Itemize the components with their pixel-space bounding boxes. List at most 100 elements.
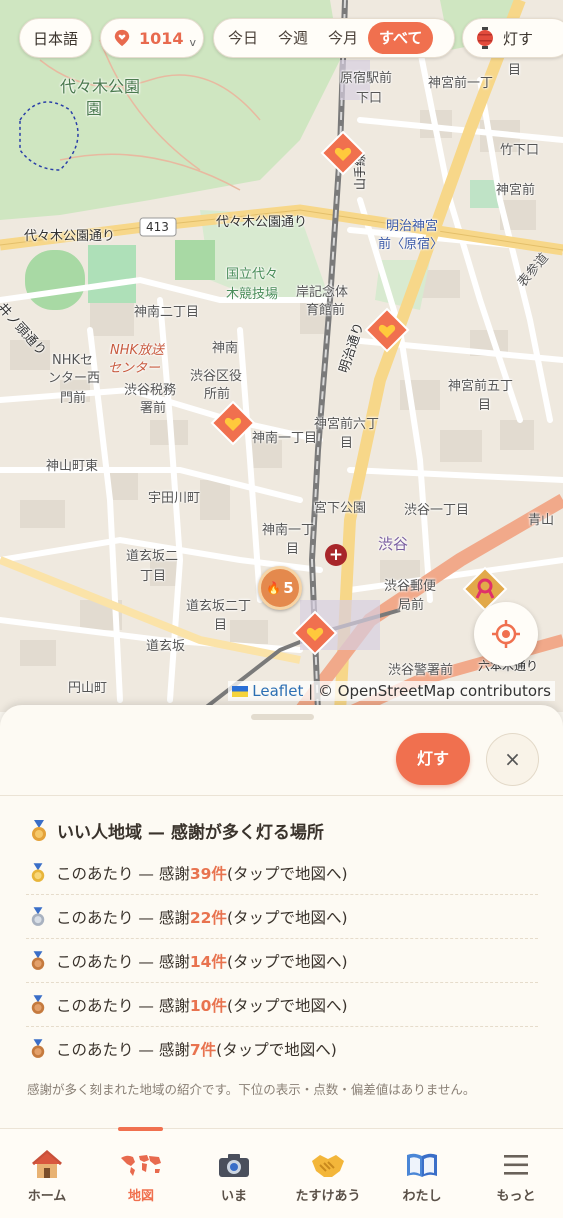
row-suffix: (タップで地図へ) — [216, 1041, 337, 1059]
row-suffix: (タップで地図へ) — [226, 996, 348, 1015]
map-label: 神南二丁目 — [134, 305, 200, 320]
bronze-medal-icon — [31, 1039, 45, 1058]
map-label: 目 — [214, 618, 228, 633]
sheet-drag-handle[interactable] — [251, 714, 314, 720]
light-button[interactable]: 灯す — [396, 733, 470, 785]
chevron-down-icon: v — [189, 35, 197, 49]
map-label: 局前 — [398, 598, 425, 613]
language-label: 日本語 — [32, 29, 78, 48]
map-label: 宇田川町 — [148, 491, 201, 506]
bronze-medal-icon — [31, 994, 45, 1014]
map-label: 神宮前 — [496, 183, 536, 198]
map-label: 渋谷警署前 — [388, 663, 454, 678]
list-item[interactable]: このあたり — 感謝 10件 (タップで地図へ) — [26, 983, 538, 1027]
map-label: 育館前 — [306, 303, 346, 318]
row-prefix: このあたり — 感謝 — [56, 996, 190, 1015]
bottom-sheet: 灯す × いい人地域 — 感謝が多く灯る場所 このあたり — 感謝 39件 (タ… — [0, 705, 563, 1128]
nav-item-now[interactable]: いま — [189, 1149, 279, 1204]
row-prefix: このあたり — 感謝 — [56, 864, 190, 883]
map-label: 円山町 — [68, 681, 108, 696]
heart-count-filter[interactable]: 1014 v — [100, 18, 204, 58]
map-view[interactable]: 代々木公園 園 原宿駅前 下口 神宮前一丁 目 竹下口 神宮前 明治神宮 前〈原… — [0, 0, 563, 712]
nav-label: わたし — [402, 1189, 442, 1204]
row-count: 14件 — [189, 952, 227, 971]
map-attribution: Leaflet | © OpenStreetMap contributors — [228, 681, 555, 701]
nav-active-indicator — [118, 1127, 163, 1131]
world-map-icon — [121, 1155, 161, 1176]
map-label: ンター西 — [48, 371, 101, 386]
tab-month[interactable]: 今月 — [318, 22, 368, 54]
map-label: 原宿駅前 — [340, 71, 393, 86]
row-count: 7件 — [189, 1041, 217, 1059]
list-item[interactable]: このあたり — 感謝 39件 (タップで地図へ) — [26, 851, 538, 895]
medal-icon — [32, 819, 46, 841]
bronze-medal-icon — [31, 950, 45, 970]
nav-item-map[interactable]: 地図 — [96, 1149, 186, 1204]
list-item[interactable]: このあたり — 感謝 14件 (タップで地図へ) — [26, 939, 538, 983]
map-label: 道玄坂 — [146, 639, 186, 654]
crosshair-icon — [492, 620, 520, 648]
map-label: 神南一丁 — [262, 523, 315, 538]
map-label: 神宮前五丁 — [448, 379, 514, 394]
map-label: 代々木公園通り — [216, 215, 308, 230]
nav-item-more[interactable]: もっと — [471, 1149, 561, 1204]
handshake-icon — [312, 1155, 344, 1177]
heart-count: 1014 — [139, 28, 184, 48]
nav-item-home[interactable]: ホーム — [2, 1149, 92, 1204]
light-filter-label: 灯す — [503, 29, 534, 48]
osm-attribution: | © OpenStreetMap contributors — [308, 682, 551, 700]
leaflet-link[interactable]: Leaflet — [252, 682, 303, 700]
heart-marker[interactable] — [290, 610, 340, 660]
area-list: このあたり — 感謝 39件 (タップで地図へ) このあたり — 感謝 22件 … — [26, 851, 538, 1071]
heart-marker[interactable] — [362, 307, 412, 357]
section-title-text: いい人地域 — 感謝が多く灯る場所 — [57, 823, 324, 843]
map-label: 宮下公園 — [314, 501, 367, 516]
map-label: 神山町東 — [46, 459, 99, 474]
close-button[interactable]: × — [486, 733, 539, 786]
hospital-icon: + — [325, 544, 347, 566]
cluster-badge[interactable]: 🔥 5 — [258, 566, 302, 610]
map-label: 目 — [508, 63, 522, 78]
map-label: 神南 — [212, 341, 239, 356]
row-suffix: (タップで地図へ) — [226, 908, 348, 927]
map-label: NHKセ — [52, 353, 94, 368]
time-range-tabs: 今日 今週 今月 すべて — [213, 18, 455, 58]
ukraine-flag-icon — [232, 686, 249, 697]
heart-marker[interactable] — [208, 400, 258, 450]
locate-me-button[interactable] — [474, 602, 538, 666]
map-label: 渋谷郵便 — [384, 579, 437, 594]
cluster-count: 5 — [283, 579, 294, 597]
map-label: 道玄坂二丁 — [186, 599, 252, 614]
row-prefix: このあたり — 感謝 — [56, 1041, 190, 1059]
book-icon — [407, 1153, 437, 1177]
house-icon — [32, 1150, 62, 1178]
section-title: いい人地域 — 感謝が多く灯る場所 — [30, 818, 324, 843]
map-label: 岸記念体 — [296, 285, 349, 300]
tab-today[interactable]: 今日 — [218, 22, 268, 54]
map-label: 青山 — [528, 513, 555, 528]
nav-item-help[interactable]: たすけあう — [283, 1149, 373, 1204]
fire-icon: 🔥 — [266, 581, 282, 595]
map-label: 目 — [478, 398, 492, 413]
tab-all[interactable]: すべて — [368, 22, 434, 54]
row-prefix: このあたり — 感謝 — [56, 952, 190, 971]
list-item[interactable]: このあたり — 感謝 7件 (タップで地図へ) — [26, 1027, 538, 1071]
language-selector[interactable]: 日本語 — [19, 18, 92, 58]
nav-label: たすけあう — [295, 1189, 361, 1204]
light-filter-button[interactable]: 灯す — [462, 18, 563, 58]
row-prefix: このあたり — 感謝 — [56, 908, 190, 927]
map-label: 神宮前一丁 — [428, 76, 494, 91]
nav-label: いま — [220, 1189, 247, 1204]
heart-marker[interactable] — [318, 130, 368, 180]
gold-medal-icon — [31, 862, 45, 882]
row-count: 39件 — [189, 864, 227, 883]
map-label: 前〈原宿〉 — [378, 237, 444, 252]
divider — [0, 795, 563, 796]
nav-label: もっと — [496, 1189, 536, 1204]
map-label: 署前 — [140, 401, 167, 416]
list-item[interactable]: このあたり — 感謝 22件 (タップで地図へ) — [26, 895, 538, 939]
nav-label: 地図 — [127, 1189, 154, 1204]
nav-item-me[interactable]: わたし — [377, 1149, 467, 1204]
tab-week[interactable]: 今週 — [268, 22, 318, 54]
camera-icon — [219, 1154, 249, 1177]
